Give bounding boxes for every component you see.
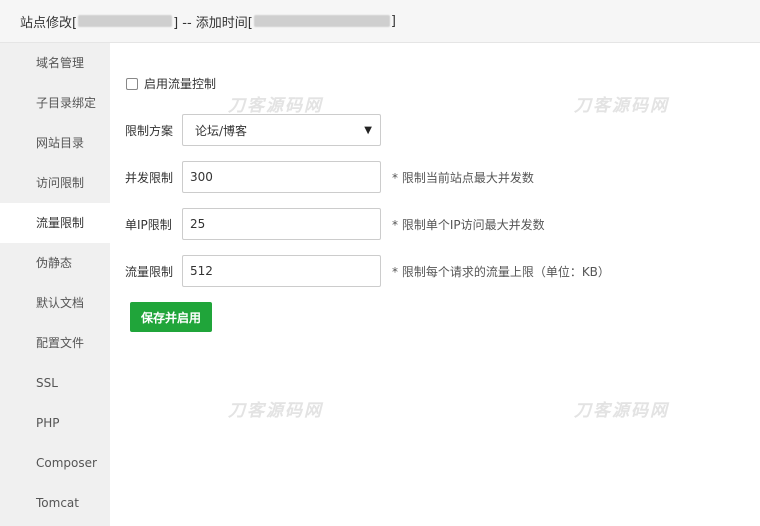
- scheme-select[interactable]: 论坛/博客 ▼: [182, 114, 381, 146]
- dialog-title: 站点修改[ ] -- 添加时间[ ]: [0, 0, 760, 43]
- rate-hint: * 限制每个请求的流量上限（单位：KB）: [392, 264, 610, 279]
- watermark: 刀客源码网: [574, 401, 669, 421]
- save-and-enable-button[interactable]: 保存并启用: [130, 302, 212, 332]
- rate-input[interactable]: [182, 255, 381, 287]
- per-ip-row: 单IP限制 * 限制单个IP访问最大并发数: [125, 208, 545, 240]
- scheme-value: 论坛/博客: [195, 123, 248, 138]
- rate-label: 流量限制: [125, 264, 174, 279]
- per-ip-label: 单IP限制: [125, 217, 172, 232]
- watermark: 刀客源码网: [228, 96, 323, 116]
- sidebar-item-site-dir[interactable]: 网站目录: [0, 123, 110, 163]
- per-ip-input[interactable]: [182, 208, 381, 240]
- title-middle: ] -- 添加时间[: [173, 15, 253, 31]
- watermark: 刀客源码网: [574, 96, 669, 116]
- chevron-down-icon: ▼: [364, 124, 372, 136]
- enable-checkbox[interactable]: [126, 77, 138, 90]
- sidebar-item-composer[interactable]: Composer: [0, 443, 110, 483]
- enable-label: 启用流量控制: [144, 77, 217, 91]
- sidebar-item-tomcat[interactable]: Tomcat: [0, 483, 110, 523]
- sidebar-item-config-file[interactable]: 配置文件: [0, 323, 110, 363]
- sidebar-item-subdirectory[interactable]: 子目录绑定: [0, 83, 110, 123]
- enable-traffic-control[interactable]: 启用流量控制: [126, 75, 216, 92]
- watermark: 刀客源码网: [228, 401, 323, 421]
- sidebar-item-php[interactable]: PHP: [0, 403, 110, 443]
- concurrency-input[interactable]: [182, 161, 381, 193]
- rate-row: 流量限制 * 限制每个请求的流量上限（单位：KB）: [125, 255, 610, 287]
- sidebar: 域名管理 子目录绑定 网站目录 访问限制 流量限制 伪静态 默认文档 配置文件 …: [0, 43, 110, 526]
- sidebar-item-access-limit[interactable]: 访问限制: [0, 163, 110, 203]
- sidebar-item-traffic-limit[interactable]: 流量限制: [0, 203, 110, 243]
- sidebar-item-default-doc[interactable]: 默认文档: [0, 283, 110, 323]
- sidebar-item-ssl[interactable]: SSL: [0, 363, 110, 403]
- title-suffix: ]: [390, 13, 396, 29]
- scheme-label: 限制方案: [125, 123, 174, 138]
- redacted-site-name: [78, 15, 173, 27]
- sidebar-item-rewrite[interactable]: 伪静态: [0, 243, 110, 283]
- per-ip-hint: * 限制单个IP访问最大并发数: [392, 217, 545, 232]
- concurrency-row: 并发限制 * 限制当前站点最大并发数: [125, 161, 534, 193]
- scheme-row: 限制方案 论坛/博客 ▼: [125, 114, 381, 146]
- title-prefix: 站点修改[: [20, 15, 78, 31]
- sidebar-item-domain[interactable]: 域名管理: [0, 43, 110, 83]
- redacted-add-time: [253, 15, 390, 27]
- traffic-limit-panel: 刀客源码网 刀客源码网 刀客源码网 刀客源码网 启用流量控制 限制方案 论坛/博…: [110, 43, 760, 526]
- concurrency-hint: * 限制当前站点最大并发数: [392, 170, 534, 185]
- concurrency-label: 并发限制: [125, 170, 174, 185]
